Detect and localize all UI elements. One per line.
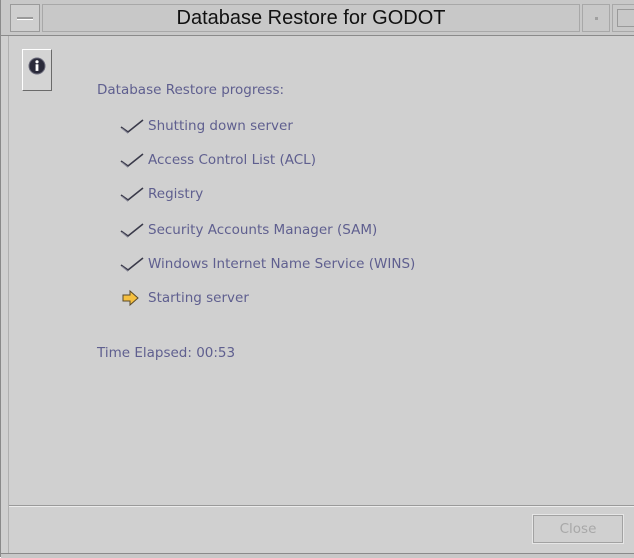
window-bottom-border — [1, 553, 634, 558]
window-menu-icon — [17, 17, 33, 19]
checkmark-icon — [119, 221, 145, 239]
window-menu-button[interactable] — [10, 4, 40, 32]
step-label: Registry — [148, 186, 204, 202]
step-shutdown: Shutting down server — [119, 115, 293, 137]
minimize-icon — [595, 17, 598, 20]
title-bar[interactable]: Database Restore for GODOT — [1, 0, 634, 36]
step-starting-server: Starting server — [119, 287, 249, 309]
restore-dialog: Database Restore for GODOT Database Rest… — [0, 0, 634, 558]
step-registry: Registry — [119, 183, 203, 205]
step-label: Security Accounts Manager (SAM) — [148, 222, 378, 238]
step-label: Access Control List (ACL) — [148, 152, 316, 168]
info-icon-button — [22, 49, 52, 91]
step-sam: Security Accounts Manager (SAM) — [119, 219, 377, 241]
step-acl: Access Control List (ACL) — [119, 149, 316, 171]
progress-heading: Database Restore progress: — [97, 82, 285, 98]
checkmark-icon — [119, 255, 145, 273]
close-button[interactable]: Close — [532, 514, 624, 544]
step-label: Windows Internet Name Service (WINS) — [148, 256, 416, 272]
time-elapsed: Time Elapsed: 00:53 — [97, 345, 236, 361]
minimize-button[interactable] — [582, 4, 610, 32]
step-label: Shutting down server — [148, 118, 293, 134]
checkmark-icon — [119, 117, 145, 135]
title-drag-area[interactable]: Database Restore for GODOT — [42, 4, 580, 32]
checkmark-icon — [119, 185, 145, 203]
step-wins: Windows Internet Name Service (WINS) — [119, 253, 415, 275]
window-title: Database Restore for GODOT — [176, 6, 446, 29]
info-icon — [28, 57, 46, 75]
button-separator — [9, 505, 634, 507]
arrow-right-icon — [119, 289, 145, 307]
window-left-border — [1, 0, 9, 557]
maximize-button[interactable] — [612, 4, 634, 32]
step-label: Starting server — [148, 290, 249, 306]
maximize-icon — [617, 9, 634, 27]
checkmark-icon — [119, 151, 145, 169]
